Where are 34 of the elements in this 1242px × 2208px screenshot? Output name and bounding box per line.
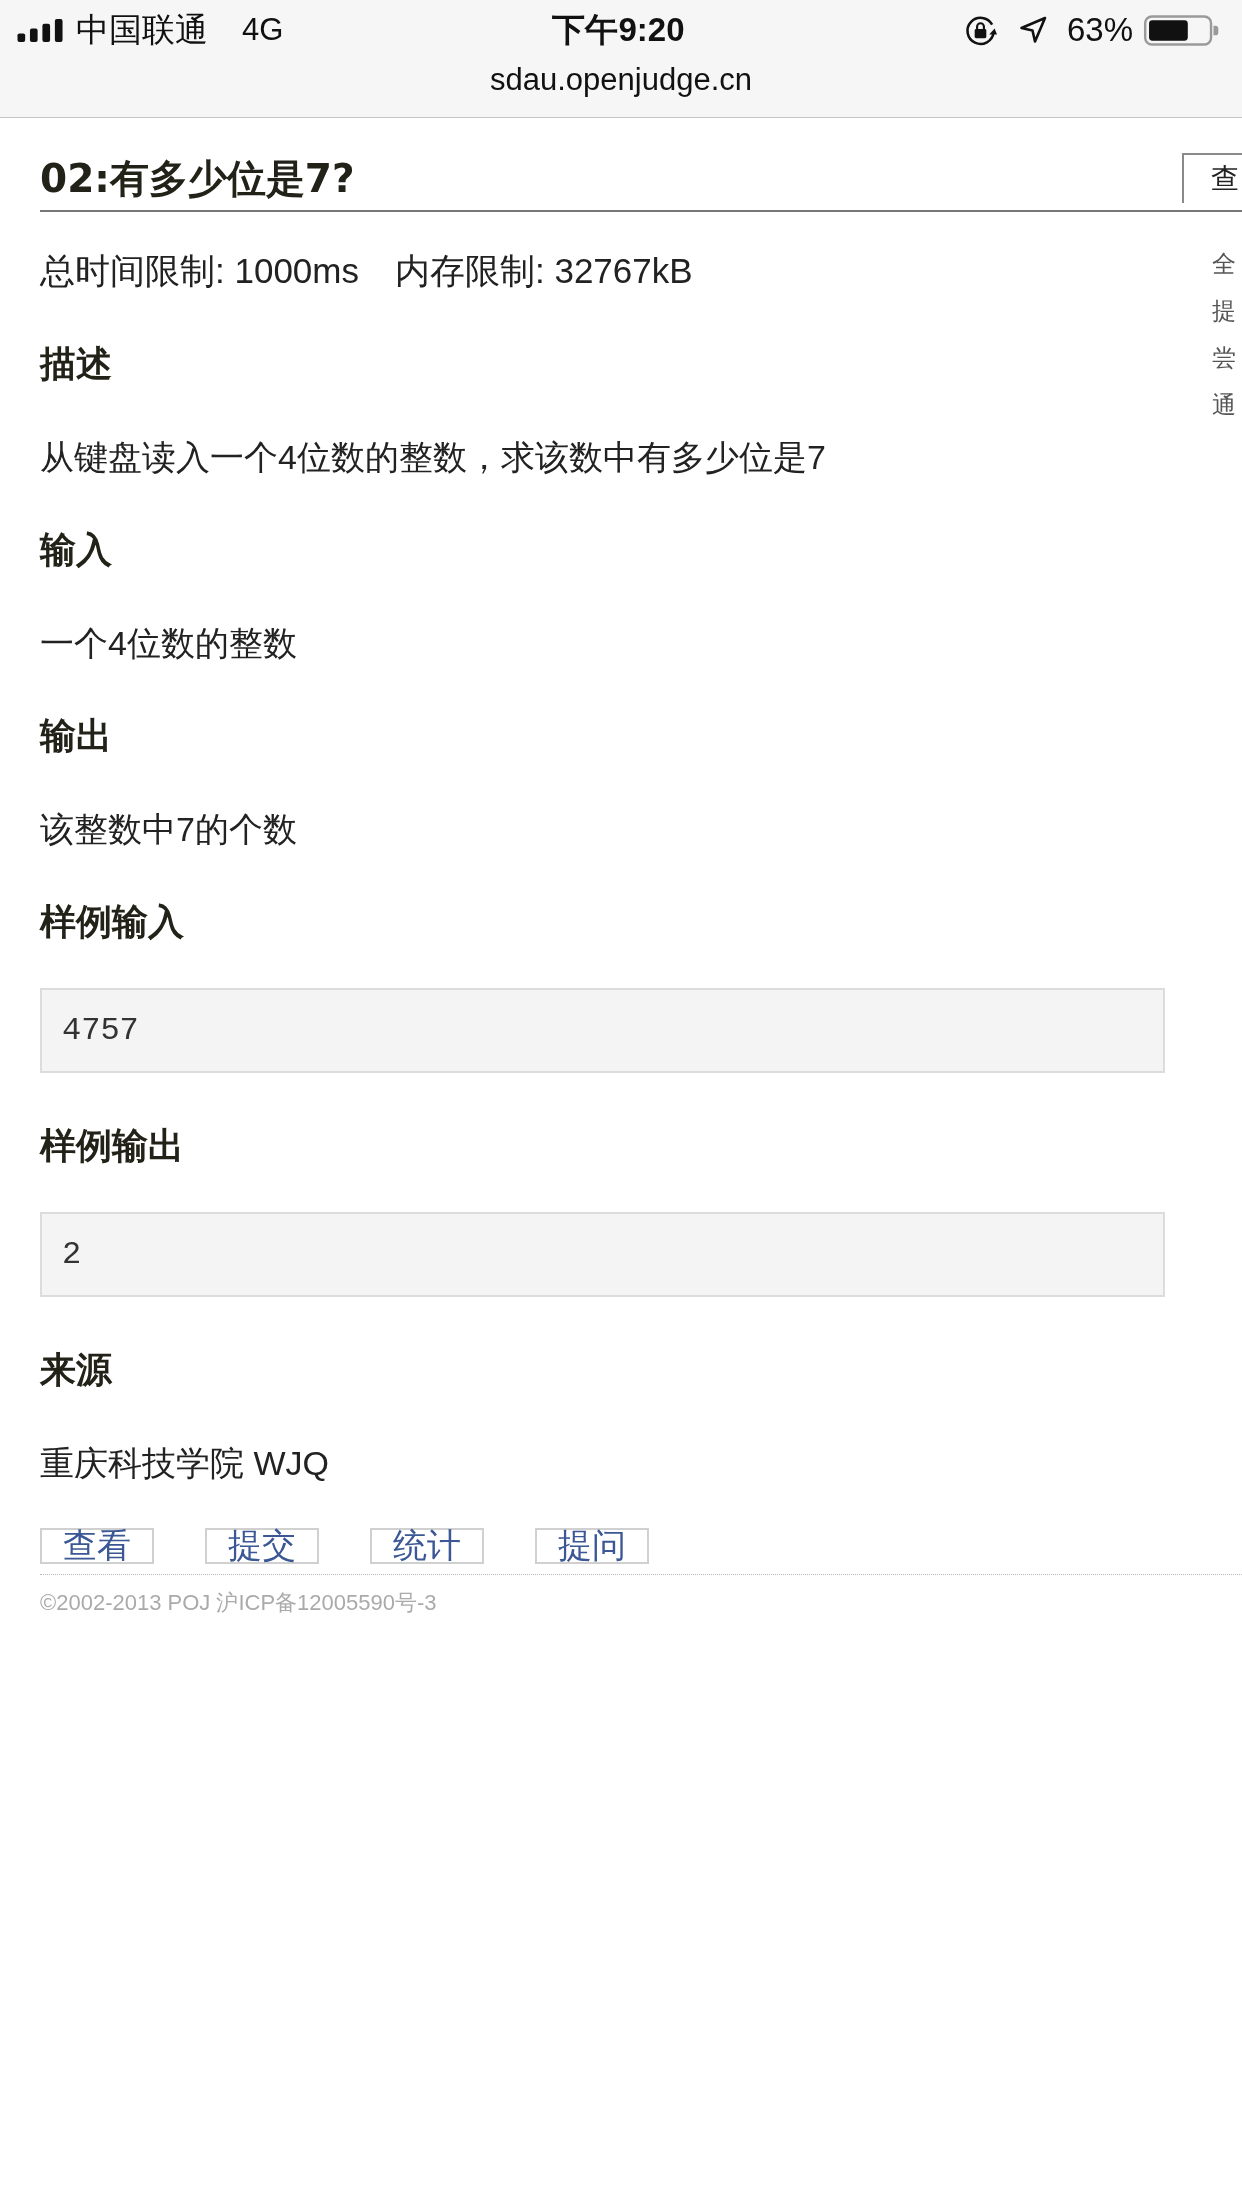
location-arrow-icon [1018, 16, 1047, 44]
sample-code-block: 4757 [40, 988, 1165, 1073]
section-heading: 输入 [40, 528, 113, 572]
battery-percentage: 63% [1066, 11, 1133, 49]
limit-text: 内存限制: 32767kB [394, 251, 693, 291]
section-text: 从键盘读入一个4位数的整数，求该数中有多少位是7 [40, 437, 827, 477]
side-stat-label: 通 [1212, 390, 1237, 420]
signal-strength-icon [17, 18, 64, 42]
action-button[interactable]: 统计 [370, 1528, 484, 1564]
carrier-name: 中国联通 [76, 9, 208, 50]
section-heading: 来源 [40, 1348, 113, 1392]
section-heading: 输出 [40, 714, 113, 758]
section-heading: 样例输出 [40, 1124, 185, 1168]
rotation-lock-icon [963, 13, 997, 47]
address-text[interactable]: sdau.openjudge.cn [490, 62, 752, 97]
section-heading: 样例输入 [40, 900, 185, 944]
network-type: 4G [242, 12, 284, 48]
side-stat-label: 全 [1212, 249, 1237, 279]
action-button[interactable]: 提交 [205, 1528, 319, 1564]
section-text: 重庆科技学院 WJQ [40, 1443, 330, 1483]
section-heading: 描述 [40, 342, 113, 386]
action-button[interactable]: 查看 [40, 1528, 154, 1564]
battery-icon [1143, 14, 1220, 46]
action-button[interactable]: 提问 [535, 1528, 649, 1564]
sample-code-block: 2 [40, 1212, 1165, 1297]
view-tab[interactable]: 查 [1182, 153, 1242, 203]
limit-text: 总时间限制: 1000ms [40, 251, 359, 291]
clock-time: 下午9:20 [552, 9, 685, 50]
copyright-text: ©2002-2013 POJ 沪ICP备12005590号-3 [40, 1589, 438, 1617]
side-stat-label: 尝 [1212, 343, 1237, 373]
section-text: 该整数中7的个数 [40, 809, 298, 849]
side-stat-label: 提 [1212, 296, 1237, 326]
problem-title: 02:有多少位是7? [40, 155, 355, 203]
section-text: 一个4位数的整数 [40, 623, 298, 663]
